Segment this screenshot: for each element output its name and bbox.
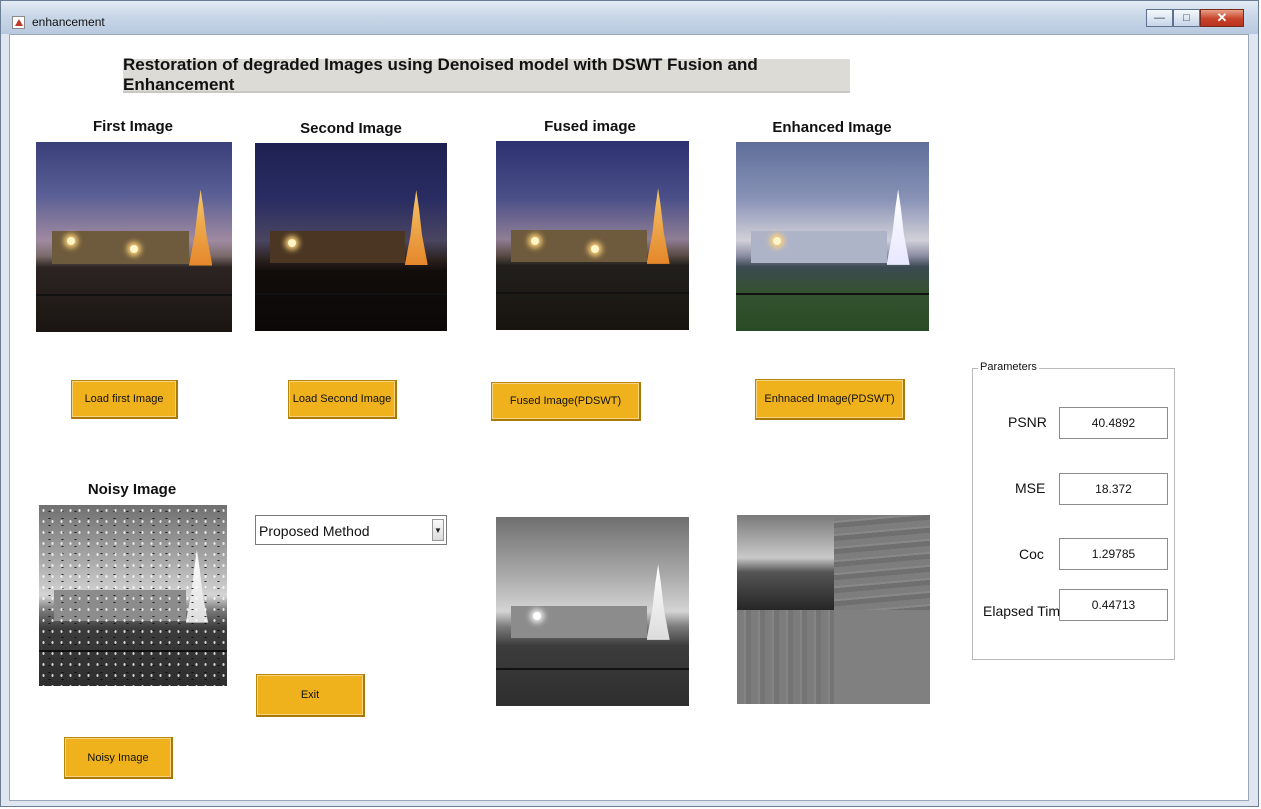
first-image-axes [36, 142, 232, 332]
fused-image-axes [496, 141, 689, 330]
fused-image-button[interactable]: Fused Image(PDSWT) [491, 382, 641, 421]
second-image-title: Second Image [300, 120, 402, 137]
close-button[interactable]: ✕ [1200, 9, 1244, 27]
coc-field[interactable]: 1.29785 [1059, 538, 1168, 570]
elapsed-time-field[interactable]: 0.44713 [1059, 589, 1168, 621]
minimize-button[interactable]: — [1146, 9, 1173, 27]
first-image-title: First Image [92, 118, 174, 135]
matlab-icon [12, 16, 25, 29]
enhanced-image-button[interactable]: Enhnaced Image(PDSWT) [755, 379, 905, 420]
exit-button[interactable]: Exit [256, 674, 365, 717]
figure-area: Restoration of degraded Images using Den… [9, 34, 1249, 801]
method-select[interactable]: Proposed Method ▼ [255, 515, 447, 545]
parameters-panel: Parameters PSNR 40.4892 MSE 18.372 Coc 1… [972, 361, 1175, 660]
enhanced-image-axes [736, 142, 929, 331]
psnr-field[interactable]: 40.4892 [1059, 407, 1168, 439]
second-image-axes [255, 143, 447, 331]
load-first-image-button[interactable]: Load first Image [71, 380, 178, 419]
chevron-down-icon[interactable]: ▼ [432, 519, 444, 541]
parameters-legend: Parameters [978, 361, 1039, 373]
title-bar[interactable]: enhancement — □ ✕ [1, 1, 1258, 34]
method-select-value: Proposed Method [259, 523, 370, 539]
noisy-image-axes [39, 505, 227, 686]
grayscale-result-axes [496, 517, 689, 706]
window-title: enhancement [32, 15, 105, 29]
load-second-image-button[interactable]: Load Second Image [288, 380, 397, 419]
psnr-label: PSNR [1008, 414, 1047, 430]
page-title: Restoration of degraded Images using Den… [123, 55, 850, 94]
elapsed-time-label: Elapsed Time [983, 603, 1068, 619]
app-window: enhancement — □ ✕ Restoration of degrade… [0, 0, 1259, 807]
window-controls: — □ ✕ [1146, 9, 1244, 27]
wavelet-decomposition-axes [737, 515, 930, 704]
maximize-button[interactable]: □ [1173, 9, 1200, 27]
coc-label: Coc [1019, 546, 1044, 562]
noisy-image-title: Noisy Image [87, 481, 177, 498]
noisy-image-button[interactable]: Noisy Image [64, 737, 173, 779]
mse-field[interactable]: 18.372 [1059, 473, 1168, 505]
enhanced-image-title: Enhanced Image [772, 119, 892, 136]
fused-image-title: Fused image [544, 118, 636, 135]
mse-label: MSE [1015, 480, 1046, 496]
